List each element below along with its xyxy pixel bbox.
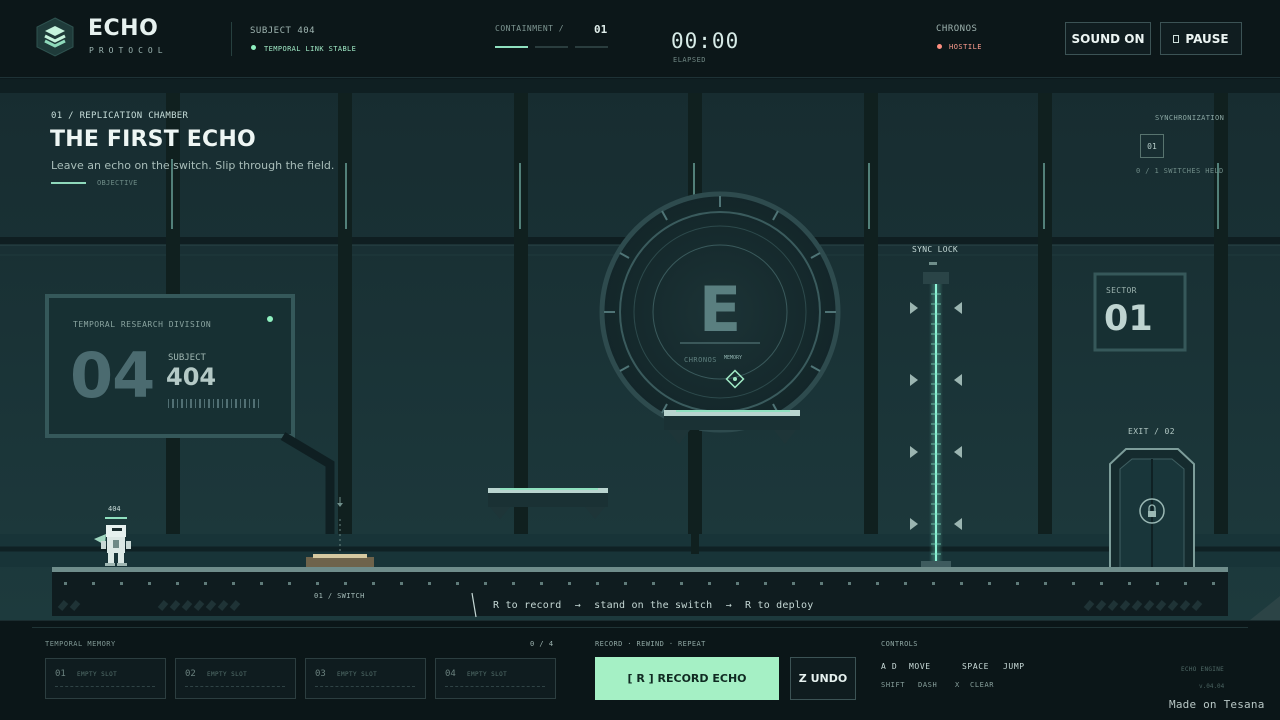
- slot-number: 02: [185, 669, 196, 679]
- containment-label: CONTAINMENT /: [495, 24, 565, 33]
- memory-slot[interactable]: 04 EMPTY SLOT: [435, 658, 556, 699]
- temporal-memory-count: 0 / 4: [530, 640, 554, 648]
- objective-label: OBJECTIVE: [97, 179, 138, 187]
- control-key-shift: SHIFT: [881, 681, 906, 689]
- control-key-space: SPACE: [962, 662, 990, 671]
- timer-label: ELAPSED: [673, 56, 707, 64]
- chronos-label: CHRONOS: [936, 24, 978, 34]
- engine-version: v.04.04: [1199, 683, 1225, 690]
- temporal-memory-label: TEMPORAL MEMORY: [45, 640, 116, 648]
- elapsed-timer: 00:00: [671, 29, 740, 53]
- engine-label: ECHO ENGINE: [1181, 666, 1225, 673]
- slot-track: [185, 686, 285, 687]
- record-rewind-repeat-label: RECORD · REWIND · REPEAT: [595, 640, 706, 648]
- pause-icon: [1173, 34, 1180, 43]
- synchronization-box: 01: [1140, 134, 1164, 158]
- record-echo-label: [ R ] RECORD ECHO: [627, 672, 747, 685]
- made-on-link[interactable]: Made on Tesana: [1169, 698, 1265, 711]
- sector-label: SECTOR: [1106, 286, 1137, 295]
- slot-track: [445, 686, 545, 687]
- hud-divider: [32, 627, 1248, 628]
- slot-status: EMPTY SLOT: [207, 671, 248, 678]
- slot-status: EMPTY SLOT: [77, 671, 118, 678]
- control-clear: CLEAR: [970, 681, 995, 689]
- control-move: MOVE: [909, 662, 931, 671]
- sector-value: 01: [1104, 299, 1153, 339]
- app-title: ECHO: [88, 16, 159, 41]
- hint-step-deploy: R to deploy: [745, 600, 814, 611]
- top-bar: ECHO PROTOCOL SUBJECT 404 TEMPORAL LINK …: [0, 0, 1280, 78]
- controls-label: CONTROLS: [881, 640, 918, 648]
- hint-step-switch: stand on the switch: [594, 600, 713, 611]
- record-echo-button[interactable]: [ R ] RECORD ECHO: [595, 657, 779, 700]
- containment-bar-1: [495, 46, 528, 48]
- level-title: THE FIRST ECHO: [50, 127, 256, 152]
- bottom-hud: TEMPORAL MEMORY 0 / 4 01 EMPTY SLOT 02 E…: [0, 620, 1280, 720]
- slot-track: [315, 686, 415, 687]
- hint-bar: R to record → stand on the switch → R to…: [493, 600, 820, 611]
- panel-subject-value: 404: [166, 363, 217, 391]
- control-key-x: X: [955, 681, 960, 689]
- switch-label: 01 / SWITCH: [314, 592, 365, 600]
- memory-slot[interactable]: 03 EMPTY SLOT: [305, 658, 426, 699]
- subject-label: SUBJECT 404: [250, 26, 316, 36]
- panel-division-label: TEMPORAL RESEARCH DIVISION: [73, 320, 212, 329]
- control-jump: JUMP: [1003, 662, 1025, 671]
- slot-status: EMPTY SLOT: [337, 671, 378, 678]
- player-tag: 404: [108, 505, 121, 513]
- exit-door: [1109, 448, 1195, 569]
- level-tag: 01 / REPLICATION CHAMBER: [51, 111, 189, 121]
- pause-button-label: PAUSE: [1185, 31, 1229, 46]
- link-status-dot: [251, 45, 256, 50]
- memory-slot[interactable]: 01 EMPTY SLOT: [45, 658, 166, 699]
- control-dash: DASH: [918, 681, 938, 689]
- containment-value: 01: [594, 23, 608, 36]
- slot-track: [55, 686, 155, 687]
- app-subtitle: PROTOCOL: [89, 46, 168, 55]
- hint-arrow: →: [725, 600, 732, 611]
- header-divider: [231, 22, 232, 56]
- hint-arrow: →: [574, 600, 581, 611]
- containment-bar-2: [535, 46, 568, 48]
- slot-number: 03: [315, 669, 326, 679]
- sync-lock-label: SYNC LOCK: [912, 245, 959, 254]
- panel-number: 04: [70, 339, 155, 412]
- panel-subject-label: SUBJECT: [168, 353, 206, 363]
- chronos-status: HOSTILE: [949, 43, 983, 51]
- portal-memory-label: MEMORY: [724, 355, 743, 361]
- pause-button[interactable]: PAUSE: [1160, 22, 1242, 55]
- synchronization-label: SYNCHRONIZATION: [1155, 114, 1225, 122]
- sound-button-label: SOUND ON: [1071, 31, 1145, 46]
- slot-number: 04: [445, 669, 456, 679]
- level-instruction: Leave an echo on the switch. Slip throug…: [51, 159, 335, 172]
- control-key-ad: A D: [881, 662, 898, 671]
- switches-held-count: 0 / 1 SWITCHES HELD: [1136, 167, 1224, 175]
- sound-toggle-button[interactable]: SOUND ON: [1065, 22, 1151, 55]
- slot-number: 01: [55, 669, 66, 679]
- undo-label: Z UNDO: [798, 672, 848, 685]
- hostile-dot: [937, 44, 942, 49]
- objective-line: [51, 182, 86, 184]
- portal-sub-label: CHRONOS: [684, 356, 718, 364]
- logo-icon: [36, 17, 74, 57]
- exit-label: EXIT / 02: [1128, 427, 1175, 436]
- slot-status: EMPTY SLOT: [467, 671, 508, 678]
- containment-bar-3: [575, 46, 608, 48]
- portal-letter: E: [698, 273, 742, 346]
- memory-slot[interactable]: 02 EMPTY SLOT: [175, 658, 296, 699]
- game-stage[interactable]: 01 / REPLICATION CHAMBER THE FIRST ECHO …: [0, 79, 1280, 620]
- link-status: TEMPORAL LINK STABLE: [264, 45, 357, 53]
- hint-step-record: R to record: [493, 600, 562, 611]
- undo-button[interactable]: Z UNDO: [790, 657, 856, 700]
